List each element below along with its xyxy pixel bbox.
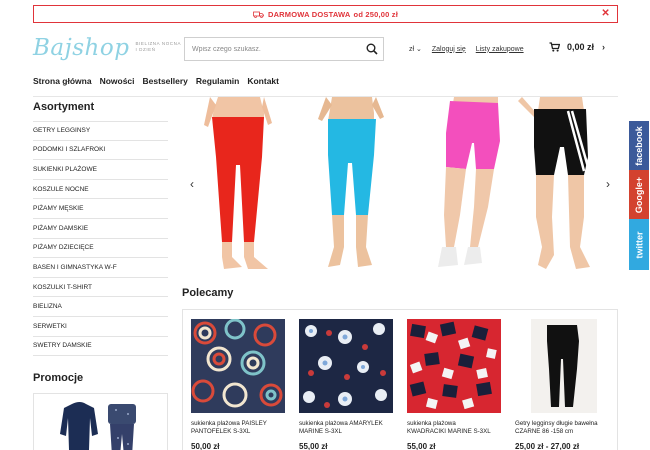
cart-icon: [549, 42, 560, 52]
category-item-beach-dresses[interactable]: SUKIENKI PLAŻOWE: [33, 160, 168, 180]
promotion-card[interactable]: [33, 393, 168, 450]
search-bar: [184, 37, 384, 61]
login-link[interactable]: Zaloguj się: [432, 46, 466, 53]
category-item-leggings[interactable]: GETRY LEGGINSY: [33, 121, 168, 141]
category-item-kids-pajamas[interactable]: PIŻAMY DZIECIĘCE: [33, 239, 168, 259]
facebook-button[interactable]: facebook: [629, 121, 649, 170]
chevron-right-icon: ›: [602, 42, 606, 52]
header-links: zł ⌄ Zaloguj się Listy zakupowe: [409, 45, 534, 54]
chevron-right-icon[interactable]: ›: [606, 177, 610, 191]
category-item-nightgowns[interactable]: KOSZULE NOCNE: [33, 180, 168, 200]
chevron-left-icon[interactable]: ‹: [190, 177, 194, 191]
banner-text: DARMOWA DOSTAWA: [267, 9, 351, 19]
twitter-label: twitter: [634, 231, 644, 258]
category-item-swim-gym[interactable]: BASEN I GIMNASTYKA W-F: [33, 258, 168, 278]
product-name-line-1: Getry legginsy długie bawełna: [515, 420, 598, 427]
banner-amount: od 250,00 zł: [353, 9, 399, 19]
product-name[interactable]: sukienka plażowa KWADRACIKI MARINE S-3XL: [407, 420, 503, 436]
shopping-list-link[interactable]: Listy zakupowe: [476, 46, 524, 53]
recommended-title: Polecamy: [182, 287, 234, 299]
product-name-line-1: sukienka plażowa: [407, 420, 456, 427]
currency-select[interactable]: zł ⌄: [409, 45, 422, 53]
product-image-black-leggings: [515, 319, 609, 413]
logo[interactable]: Bajshop BIELIZNA NOCNA I DZIEŃ: [33, 35, 181, 65]
product-price: 55,00 zł: [299, 442, 328, 450]
slider-image-leggings: [204, 97, 590, 269]
nav-item-bestsellers[interactable]: Bestsellery: [143, 76, 188, 86]
product-image-amarylek: [299, 319, 393, 413]
category-item-mens-pajamas[interactable]: PIŻAMY MĘSKIE: [33, 199, 168, 219]
product-name-line-2: KWADRACIKI MARINE S-3XL: [407, 428, 491, 435]
category-item-napkins[interactable]: SERWETKI: [33, 317, 168, 337]
cart-total: 0,00 zł: [567, 42, 595, 52]
product-card[interactable]: sukienka plażowa AMARYLEK MARINE S-3XL 5…: [299, 319, 395, 450]
product-name-line-2: MARINE S-3XL: [299, 428, 342, 435]
promotions-title: Promocje: [33, 372, 84, 384]
nav-item-contact[interactable]: Kontakt: [247, 76, 279, 86]
sidebar-title: Asortyment: [33, 101, 95, 113]
google-plus-button[interactable]: Google+: [629, 170, 649, 219]
recommended-products: sukienka plażowa PAISLEY PANTOFELEK S-3X…: [182, 309, 618, 450]
logo-text: Bajshop: [33, 35, 130, 61]
nav-item-terms[interactable]: Regulamin: [196, 76, 239, 86]
logo-tagline: BIELIZNA NOCNA I DZIEŃ: [135, 41, 181, 53]
product-name-line-2: PANTOFELEK S-3XL: [191, 428, 251, 435]
product-name-line-1: sukienka plażowa PAISLEY: [191, 420, 267, 427]
category-item-womens-pajamas[interactable]: PIŻAMY DAMSKIE: [33, 219, 168, 239]
product-price: 25,00 zł - 27,00 zł: [515, 442, 580, 450]
product-name-line-2: CZARNE 86 -158 cm: [515, 428, 574, 435]
product-image-paisley: [191, 319, 285, 413]
main-nav: Strona główna Nowości Bestsellery Regula…: [33, 76, 287, 86]
category-item-sweaters[interactable]: SWETRY DAMSKIE: [33, 337, 168, 357]
product-name[interactable]: sukienka plażowa AMARYLEK MARINE S-3XL: [299, 420, 395, 436]
logo-tagline-line-2: I DZIEŃ: [135, 47, 156, 52]
category-list: GETRY LEGGINSY PODOMKI I SZLAFROKI SUKIE…: [33, 121, 168, 357]
free-shipping-banner: DARMOWA DOSTAWA od 250,00 zł ✕: [33, 5, 618, 23]
cart-button[interactable]: 0,00 zł ›: [549, 42, 605, 52]
truck-icon: [253, 11, 264, 18]
hero-slider[interactable]: ‹ ›: [182, 97, 618, 272]
product-price: 50,00 zł: [191, 442, 220, 450]
product-card[interactable]: sukienka plażowa PAISLEY PANTOFELEK S-3X…: [191, 319, 287, 450]
twitter-button[interactable]: twitter: [629, 219, 649, 270]
product-image-kwadraciki: [407, 319, 501, 413]
nav-item-new[interactable]: Nowości: [100, 76, 135, 86]
product-name[interactable]: Getry legginsy długie bawełna CZARNE 86 …: [515, 420, 611, 436]
category-item-underwear[interactable]: BIELIZNA: [33, 297, 168, 317]
close-icon[interactable]: ✕: [601, 8, 610, 19]
promotion-product-image: [60, 402, 136, 450]
product-price: 55,00 zł: [407, 442, 436, 450]
google-plus-label: Google+: [634, 176, 645, 213]
product-name-line-1: sukienka plażowa AMARYLEK: [299, 420, 383, 427]
category-item-tshirts[interactable]: KOSZULKI T-SHIRT: [33, 278, 168, 298]
product-card[interactable]: Getry legginsy długie bawełna CZARNE 86 …: [515, 319, 611, 450]
category-item-robes[interactable]: PODOMKI I SZLAFROKI: [33, 141, 168, 161]
nav-item-home[interactable]: Strona główna: [33, 76, 92, 86]
search-input[interactable]: [185, 38, 361, 60]
product-name[interactable]: sukienka plażowa PAISLEY PANTOFELEK S-3X…: [191, 420, 287, 436]
search-icon[interactable]: [361, 38, 383, 60]
facebook-label: facebook: [634, 125, 645, 166]
product-card[interactable]: sukienka plażowa KWADRACIKI MARINE S-3XL…: [407, 319, 503, 450]
